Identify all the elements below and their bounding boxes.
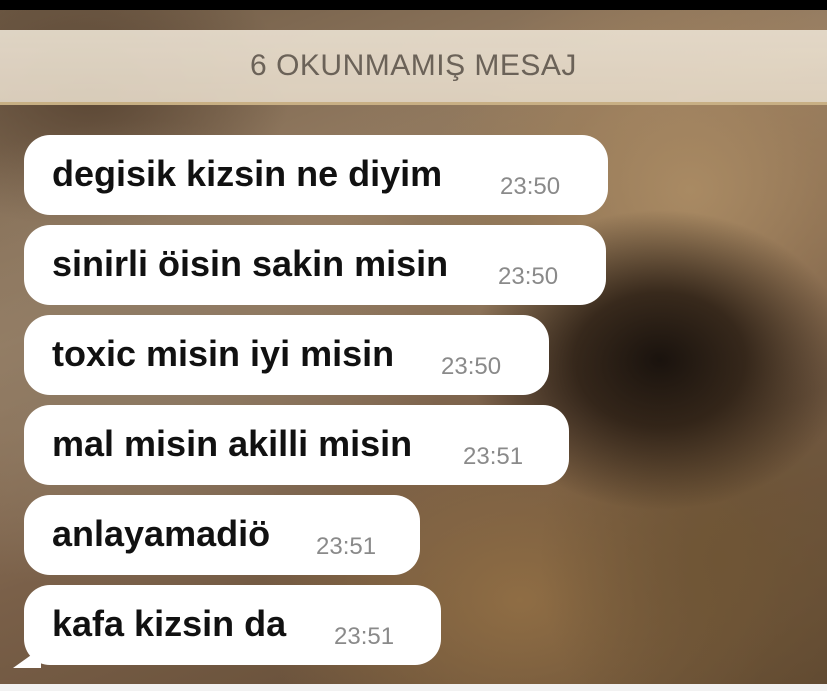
message-time: 23:51 (316, 533, 377, 560)
message-bubble[interactable]: kafa kizsin da 23:51 (24, 585, 441, 665)
message-time: 23:50 (500, 173, 561, 200)
message-text: sinirli öisin sakin misin (52, 243, 449, 284)
top-bar-edge (0, 0, 827, 10)
bubble-tail (13, 648, 41, 668)
message-bubble[interactable]: anlayamadiö 23:51 (24, 495, 420, 575)
message-text: degisik kizsin ne diyim (52, 153, 443, 194)
message-bubble[interactable]: toxic misin iyi misin 23:50 (24, 315, 549, 395)
input-bar-edge (0, 684, 827, 691)
message-time: 23:51 (334, 623, 395, 650)
message-bubble[interactable]: mal misin akilli misin 23:51 (24, 405, 569, 485)
message-text: anlayamadiö (52, 513, 271, 554)
message-text: kafa kizsin da (52, 603, 287, 644)
message-time: 23:50 (498, 263, 559, 290)
message-text: mal misin akilli misin (52, 423, 413, 464)
message-text: toxic misin iyi misin (52, 333, 395, 374)
message-time: 23:50 (441, 353, 502, 380)
unread-messages-label: 6 OKUNMAMIŞ MESAJ (250, 49, 577, 82)
unread-messages-banner: 6 OKUNMAMIŞ MESAJ (0, 30, 827, 105)
message-bubble[interactable]: sinirli öisin sakin misin 23:50 (24, 225, 606, 305)
message-bubble[interactable]: degisik kizsin ne diyim 23:50 (24, 135, 608, 215)
message-time: 23:51 (463, 443, 524, 470)
